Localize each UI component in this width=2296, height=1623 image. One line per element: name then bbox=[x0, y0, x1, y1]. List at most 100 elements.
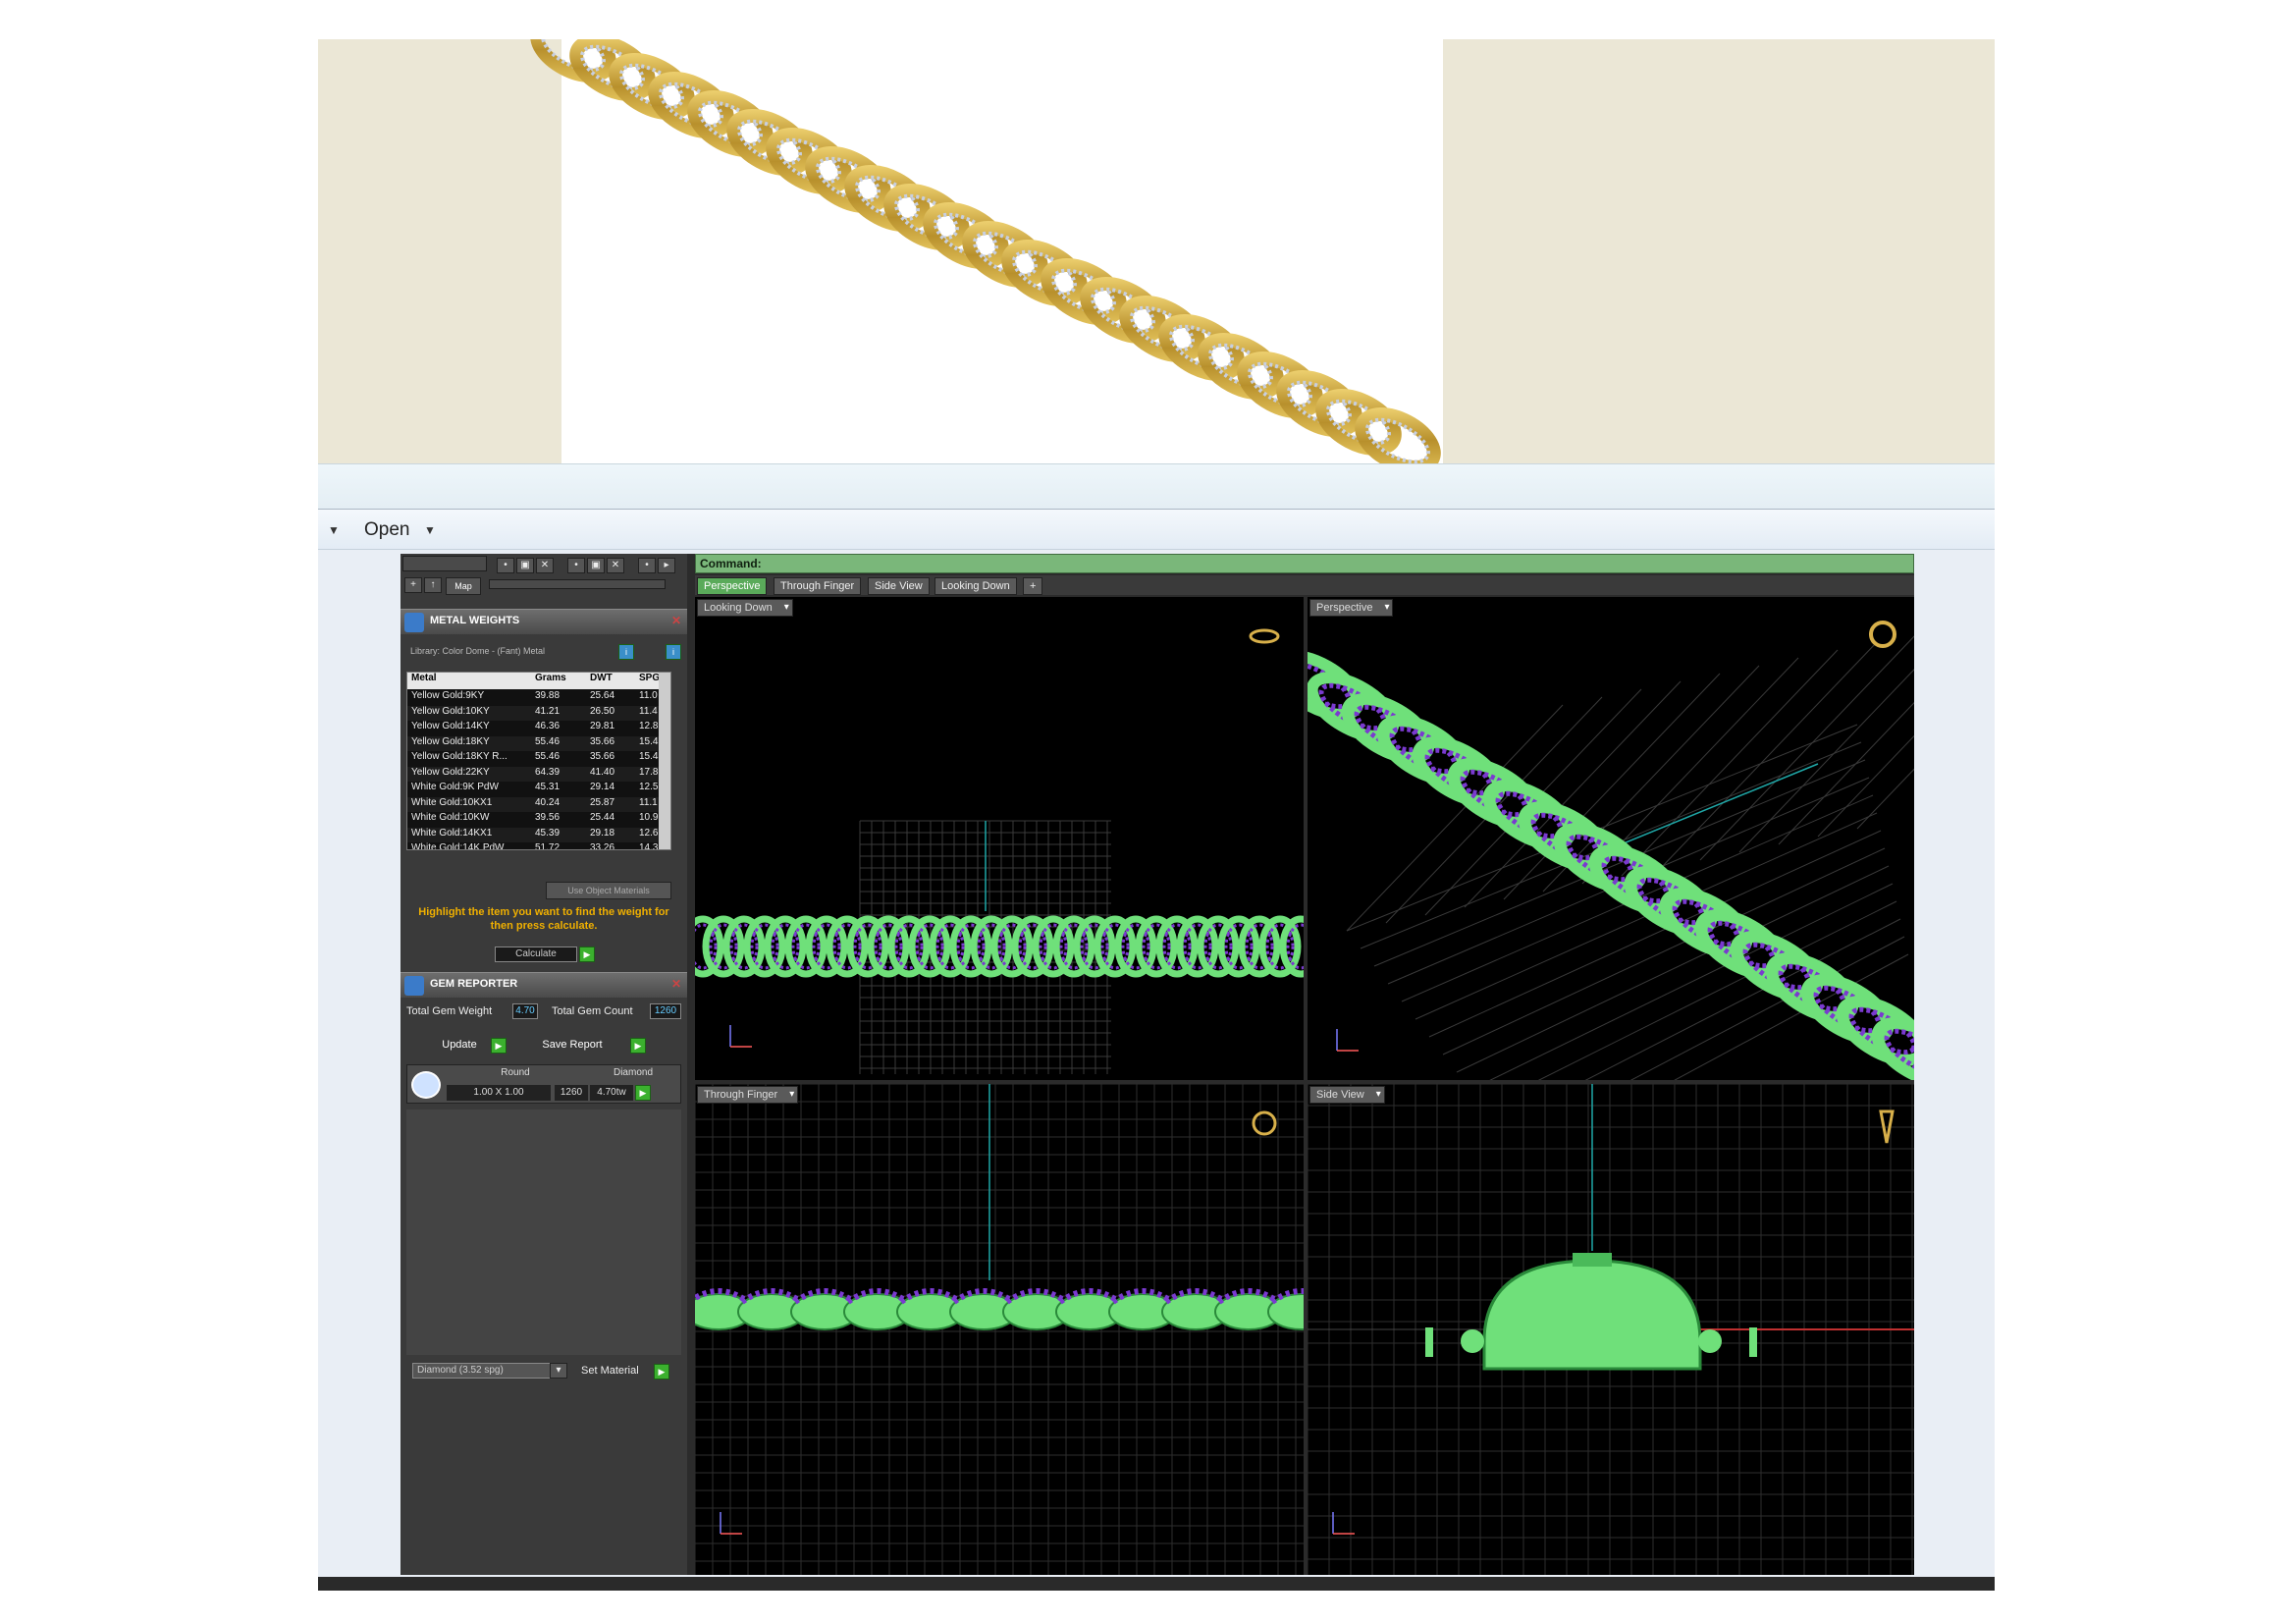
table-scrollbar[interactable] bbox=[659, 673, 670, 849]
calculate-button[interactable]: Calculate bbox=[495, 947, 577, 962]
metal-weights-table[interactable]: Metal Grams DWT SPG Yellow Gold:9KY 39.88… bbox=[406, 672, 671, 850]
map-button[interactable]: Map bbox=[446, 577, 481, 595]
save-icon-2[interactable]: ▣ bbox=[587, 558, 605, 573]
end-cap-left bbox=[1461, 1329, 1484, 1353]
viewport-perspective[interactable]: Perspective bbox=[1308, 597, 1914, 1080]
metal-weights-header: METAL WEIGHTS ✕ bbox=[400, 609, 687, 634]
scale-icon bbox=[404, 613, 424, 632]
table-row[interactable]: Yellow Gold:22KY 64.39 41.40 17.8 bbox=[407, 766, 670, 782]
view-tabs: Perspective Through Finger Side View Loo… bbox=[695, 575, 1914, 595]
save-icon[interactable]: ▣ bbox=[516, 558, 534, 573]
save-report-button[interactable]: Save Report bbox=[518, 1037, 626, 1055]
update-go-icon[interactable]: ▶ bbox=[491, 1038, 507, 1054]
grid-line bbox=[1778, 702, 1914, 845]
total-gem-count-value: 1260 bbox=[650, 1003, 681, 1019]
plus-icon[interactable]: + bbox=[404, 577, 422, 593]
viewport-label[interactable]: Through Finger bbox=[697, 1086, 799, 1104]
bail-top bbox=[1573, 1253, 1612, 1267]
dot-icon[interactable]: • bbox=[497, 558, 514, 573]
viewport-looking-down[interactable]: Looking Down bbox=[695, 597, 1304, 1080]
chain-cross-section bbox=[1482, 1259, 1702, 1371]
material-select[interactable]: Diamond (3.52 spg) bbox=[412, 1363, 567, 1379]
grid-line bbox=[1621, 649, 1839, 877]
grid-line bbox=[1817, 734, 1914, 838]
viewport-label[interactable]: Side View bbox=[1309, 1086, 1385, 1104]
through-finger-view bbox=[695, 1084, 1304, 1575]
more-icon[interactable]: ▸ bbox=[658, 558, 675, 573]
side-view bbox=[1308, 1084, 1914, 1575]
table-row[interactable]: White Gold:10KW 39.56 25.44 10.9 bbox=[407, 812, 670, 828]
explorer-command-bar: ▼ Open ▼ bbox=[318, 509, 1995, 550]
chain-link bbox=[1871, 1017, 1914, 1080]
command-line[interactable]: Command: bbox=[695, 554, 1914, 573]
dot-icon-2[interactable]: • bbox=[567, 558, 585, 573]
save-report-go-icon[interactable]: ▶ bbox=[630, 1038, 646, 1054]
total-gem-weight-label: Total Gem Weight bbox=[406, 1005, 493, 1017]
grid-line bbox=[1738, 669, 1914, 853]
gem-icon bbox=[404, 976, 424, 996]
tab-looking-down[interactable]: Looking Down bbox=[934, 577, 1017, 595]
close-icon[interactable]: ✕ bbox=[671, 614, 681, 627]
set-material-go-icon[interactable]: ▶ bbox=[654, 1364, 669, 1380]
table-row[interactable]: Yellow Gold:18KY R... 55.46 35.66 15.4 bbox=[407, 751, 670, 767]
open-button[interactable]: Open bbox=[364, 519, 409, 541]
up-arrow-icon[interactable]: ↑ bbox=[424, 577, 442, 593]
grid-line bbox=[1660, 641, 1878, 869]
use-object-materials-toggle[interactable]: Use Object Materials bbox=[546, 882, 671, 899]
looking-down-view bbox=[695, 628, 1304, 1074]
cad-application: • ▣ ✕ • ▣ ✕ • ▸ + ↑ Map METAL WEIGHTS ✕ … bbox=[400, 554, 1914, 1575]
end-cap-right bbox=[1698, 1329, 1722, 1353]
round-diamond-icon bbox=[411, 1071, 441, 1099]
chevron-down-icon[interactable]: ▾ bbox=[550, 1363, 567, 1379]
tab-perspective[interactable]: Perspective bbox=[697, 577, 768, 595]
ring-orientation-icon bbox=[1252, 1110, 1277, 1136]
gem-reporter-header: GEM REPORTER ✕ bbox=[400, 972, 687, 998]
table-row[interactable]: White Gold:14KX1 45.39 29.18 12.6 bbox=[407, 827, 670, 842]
viewport-label[interactable]: Perspective bbox=[1309, 599, 1394, 617]
render-reflection bbox=[318, 463, 1995, 509]
back-dropdown-icon[interactable]: ▼ bbox=[328, 523, 340, 537]
total-gem-count-label: Total Gem Count bbox=[552, 1005, 633, 1017]
product-render bbox=[318, 39, 1995, 463]
calculate-go-icon[interactable]: ▶ bbox=[579, 947, 595, 962]
ring-orientation-icon bbox=[1249, 628, 1280, 644]
set-material-button[interactable]: Set Material bbox=[581, 1365, 639, 1377]
viewport-through-finger[interactable]: Through Finger bbox=[695, 1084, 1304, 1575]
viewport-label[interactable]: Looking Down bbox=[697, 599, 793, 617]
gem-list-item[interactable]: Round Diamond 1.00 X 1.00 1260 4.70tw ▶ bbox=[406, 1064, 681, 1104]
table-row[interactable]: Yellow Gold:9KY 39.88 25.64 11.0 bbox=[407, 690, 670, 706]
update-button[interactable]: Update bbox=[430, 1037, 489, 1055]
clasp-right bbox=[1749, 1327, 1757, 1357]
close-icon-2[interactable]: ✕ bbox=[607, 558, 624, 573]
tab-add[interactable]: + bbox=[1023, 577, 1043, 595]
axis-line bbox=[1601, 763, 1819, 853]
tab-side-view[interactable]: Side View bbox=[868, 577, 930, 595]
open-dropdown-icon[interactable]: ▼ bbox=[424, 523, 436, 537]
table-header: Metal Grams DWT SPG bbox=[407, 673, 670, 689]
close-icon[interactable]: ✕ bbox=[536, 558, 554, 573]
table-row[interactable]: Yellow Gold:10KY 41.21 26.50 11.4 bbox=[407, 705, 670, 721]
info-icon-2[interactable]: i bbox=[666, 644, 681, 660]
left-panel: • ▣ ✕ • ▣ ✕ • ▸ + ↑ Map METAL WEIGHTS ✕ … bbox=[400, 554, 687, 1575]
taskbar-edge bbox=[318, 1577, 1995, 1591]
toolbar-slider[interactable] bbox=[402, 556, 487, 571]
ring-orientation-icon bbox=[1869, 621, 1896, 648]
table-row[interactable]: White Gold:14K PdW 51.72 33.26 14.3 bbox=[407, 842, 670, 849]
table-row[interactable]: Yellow Gold:18KY 55.46 35.66 15.4 bbox=[407, 735, 670, 751]
info-icon[interactable]: i bbox=[618, 644, 634, 660]
viewport-side-view[interactable]: Side View bbox=[1308, 1084, 1914, 1575]
table-row[interactable]: Yellow Gold:14KY 46.36 29.81 12.8 bbox=[407, 721, 670, 736]
tab-through-finger[interactable]: Through Finger bbox=[774, 577, 862, 595]
table-row[interactable]: White Gold:10KX1 40.24 25.87 11.1 bbox=[407, 796, 670, 812]
gem-go-icon[interactable]: ▶ bbox=[635, 1085, 651, 1101]
gold-chain-render bbox=[530, 39, 1441, 463]
close-icon[interactable]: ✕ bbox=[671, 977, 681, 991]
total-gem-weight-value: 4.70 bbox=[512, 1003, 538, 1019]
grid-line bbox=[1856, 768, 1914, 830]
library-label: Library: Color Dome - (Fant) Metal bbox=[410, 646, 546, 656]
hint-text: Highlight the item you want to find the … bbox=[418, 906, 669, 932]
dot-icon-3[interactable]: • bbox=[638, 558, 656, 573]
zoom-slider[interactable] bbox=[489, 579, 666, 589]
table-row[interactable]: White Gold:9K PdW 45.31 29.14 12.5 bbox=[407, 782, 670, 797]
grid-line bbox=[1503, 673, 1721, 900]
